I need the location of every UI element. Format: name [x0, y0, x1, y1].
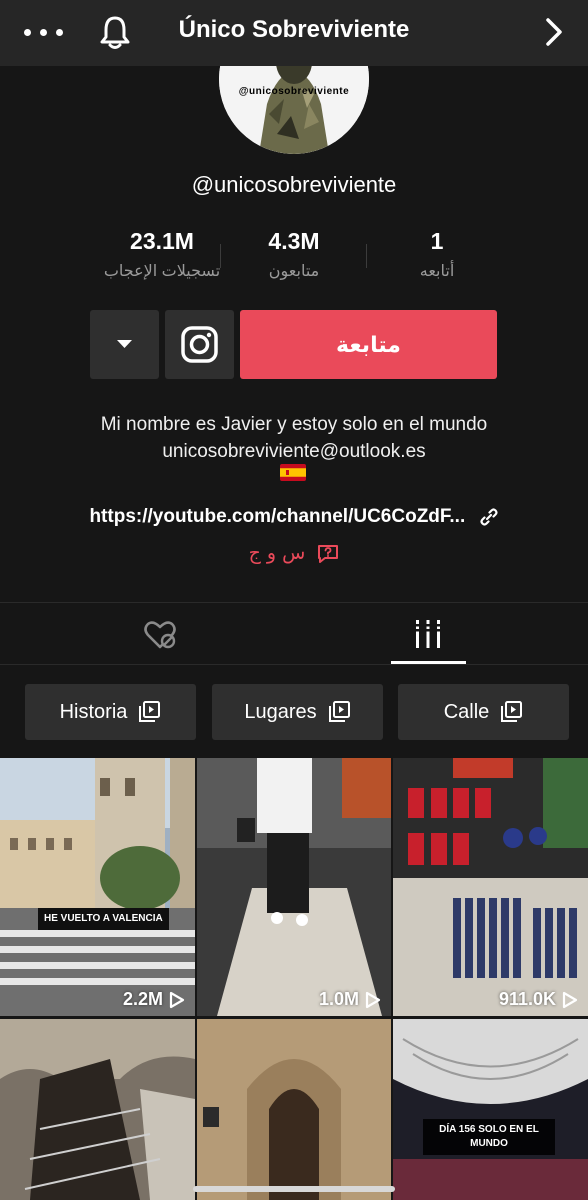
play-icon	[365, 991, 381, 1008]
video-thumbnail-image	[0, 1019, 195, 1200]
video-caption: DÍA 156 SOLO EN EL MUNDO	[423, 1119, 555, 1155]
divider	[0, 664, 588, 665]
grid-columns-icon	[414, 620, 442, 648]
playlist-icon	[501, 701, 523, 722]
stat-followers[interactable]: 4.3M متابعون	[214, 228, 374, 281]
playlist-label: Calle	[443, 700, 490, 723]
video-thumbnail[interactable]: 1.0M	[197, 758, 391, 1016]
view-count: 911.0K	[499, 989, 578, 1010]
tab-videos[interactable]	[408, 614, 448, 654]
tab-liked-videos[interactable]	[140, 614, 180, 654]
video-thumbnail[interactable]: DÍA 156 SOLO EN EL MUNDO	[393, 1019, 588, 1200]
bell-icon[interactable]	[95, 12, 135, 52]
view-count: 2.2M	[123, 989, 185, 1010]
spain-flag-icon	[280, 464, 306, 481]
view-count-text: 911.0K	[498, 989, 556, 1009]
chevron-right-icon[interactable]	[540, 14, 568, 50]
playlist-lugares[interactable]: Lugares	[212, 684, 383, 740]
question-bubble-icon	[318, 544, 339, 563]
playlist-label: Lugares	[244, 700, 317, 723]
divider	[0, 602, 588, 603]
play-icon	[169, 991, 185, 1008]
link-icon	[479, 508, 498, 526]
playlist-calle[interactable]: Calle	[398, 684, 569, 740]
stat-following[interactable]: 1 أتابعه	[357, 228, 517, 281]
playlist-label: Historia	[59, 700, 128, 723]
followers-count: 4.3M	[268, 228, 320, 254]
video-thumbnail-image	[197, 1019, 391, 1200]
video-thumbnail-image	[197, 758, 391, 1016]
following-count: 1	[430, 228, 444, 254]
more-options-icon[interactable]	[20, 18, 68, 46]
video-thumbnail[interactable]	[0, 1019, 195, 1200]
caret-down-icon	[117, 340, 132, 348]
video-thumbnail-image	[393, 1019, 588, 1200]
instagram-icon	[181, 326, 218, 363]
video-thumbnail-image	[0, 758, 195, 1016]
qa-label[interactable]: س و ج	[249, 542, 306, 564]
following-label: أتابعه	[419, 263, 455, 280]
video-thumbnail-image	[393, 758, 588, 1016]
suggested-dropdown-button[interactable]	[90, 310, 159, 379]
video-caption: HE VUELTO A VALENCIA	[38, 908, 169, 930]
follow-button[interactable]: متابعة	[240, 310, 497, 379]
followers-label: متابعون	[268, 263, 320, 280]
playlist-historia[interactable]: Historia	[25, 684, 196, 740]
bio-line-1: Mi nombre es Javier y estoy solo en el m…	[100, 414, 488, 435]
video-thumbnail[interactable]	[197, 1019, 391, 1200]
qa-link[interactable]: س و ج	[0, 542, 588, 564]
bio-email: unicosobreviviente@outlook.es	[162, 441, 426, 462]
playlist-icon	[328, 701, 350, 722]
view-count-text: 2.2M	[122, 989, 163, 1009]
instagram-button[interactable]	[165, 310, 234, 379]
heart-hidden-icon	[144, 621, 176, 649]
avatar-handle-text: @unicosobreviviente	[238, 86, 350, 97]
top-bar: Único Sobreviviente	[0, 0, 588, 66]
play-icon	[562, 991, 578, 1008]
bio-link-text[interactable]: https://youtube.com/channel/UC6CoZdF...	[89, 506, 465, 527]
video-thumbnail[interactable]: HE VUELTO A VALENCIA 2.2M	[0, 758, 195, 1016]
video-thumbnail[interactable]: 911.0K	[393, 758, 588, 1016]
bio-link[interactable]: https://youtube.com/channel/UC6CoZdF...	[0, 506, 588, 528]
home-indicator[interactable]	[193, 1186, 395, 1192]
view-count-text: 1.0M	[318, 989, 359, 1009]
bio: Mi nombre es Javier y estoy solo en el m…	[0, 411, 588, 465]
username: @unicosobreviviente	[191, 172, 397, 197]
playlist-icon	[139, 701, 161, 722]
profile-title: Único Sobreviviente	[178, 16, 410, 43]
view-count: 1.0M	[319, 989, 381, 1010]
